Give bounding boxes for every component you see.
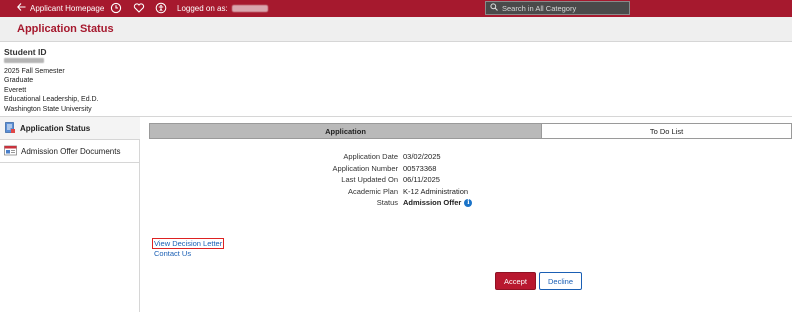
- accept-button[interactable]: Accept: [495, 272, 536, 290]
- sidebar-item-admission-offer-documents[interactable]: Admission Offer Documents: [0, 140, 140, 163]
- detail-label: Application Number: [332, 163, 398, 173]
- sidebar: Application Status Admission Offer Docum…: [0, 117, 140, 312]
- student-info-program: Educational Leadership, Ed.D.: [4, 96, 99, 104]
- logged-on-label: Logged on as:: [177, 4, 228, 13]
- student-info-institution: Washington State University: [4, 105, 92, 113]
- logged-on-as: Logged on as:: [177, 4, 268, 13]
- search-input[interactable]: Search in All Category: [485, 1, 630, 15]
- sidebar-item-label: Admission Offer Documents: [21, 146, 121, 156]
- applicant-homepage-link[interactable]: Applicant Homepage: [17, 3, 104, 13]
- detail-row-academic-plan: Academic Plan K-12 Administration: [300, 186, 472, 198]
- back-arrow-icon: [17, 3, 26, 13]
- student-id-label: Student ID: [4, 47, 47, 57]
- detail-row-status: Status Admission Offer i: [300, 197, 473, 209]
- detail-label: Last Updated On: [341, 175, 398, 185]
- sidebar-item-application-status[interactable]: Application Status: [0, 117, 140, 140]
- status-value: Admission Offer i: [403, 198, 473, 208]
- sidebar-item-label: Application Status: [20, 123, 91, 133]
- application-details: Application Date 03/02/2025 Application …: [300, 151, 473, 209]
- detail-row-application-date: Application Date 03/02/2025: [300, 151, 472, 163]
- page-title-bar: Application Status: [0, 17, 792, 42]
- top-navigation-bar: Applicant Homepage Logged on as: Search …: [0, 0, 792, 17]
- clipboard-icon: [4, 121, 16, 136]
- detail-row-application-number: Application Number 00573368: [300, 163, 472, 175]
- documents-icon: [4, 145, 17, 158]
- user-name-redacted: [231, 5, 268, 12]
- decline-button[interactable]: Decline: [539, 272, 582, 290]
- tab-to-do-list[interactable]: To Do List: [542, 123, 792, 139]
- detail-label: Status: [376, 198, 398, 208]
- student-info: Student ID 2025 Fall Semester Graduate E…: [4, 47, 99, 115]
- applicant-homepage-label: Applicant Homepage: [30, 3, 105, 13]
- detail-value: 06/11/2025: [403, 175, 440, 185]
- search-placeholder: Search in All Category: [502, 3, 577, 13]
- accessibility-icon[interactable]: [155, 2, 167, 14]
- info-icon[interactable]: i: [464, 198, 473, 207]
- page-title: Application Status: [17, 23, 114, 35]
- contact-us-link[interactable]: Contact Us: [154, 249, 191, 258]
- detail-value: K-12 Administration: [403, 186, 469, 196]
- student-info-term: 2025 Fall Semester: [4, 67, 65, 75]
- history-icon[interactable]: [110, 2, 122, 14]
- detail-value: 00573368: [403, 163, 437, 173]
- student-id-redacted: [4, 58, 44, 63]
- search-icon: [490, 3, 498, 13]
- status-text: Admission Offer: [403, 198, 462, 208]
- student-info-campus: Everett: [4, 86, 27, 94]
- tab-application[interactable]: Application: [149, 123, 542, 139]
- view-decision-letter-link[interactable]: View Decision Letter: [152, 238, 225, 249]
- favorites-heart-icon[interactable]: [133, 2, 145, 14]
- student-info-career: Graduate: [4, 77, 34, 85]
- detail-value: 03/02/2025: [403, 152, 441, 162]
- detail-label: Academic Plan: [347, 186, 398, 196]
- detail-row-last-updated: Last Updated On 06/11/2025: [300, 174, 472, 186]
- detail-label: Application Date: [343, 152, 398, 162]
